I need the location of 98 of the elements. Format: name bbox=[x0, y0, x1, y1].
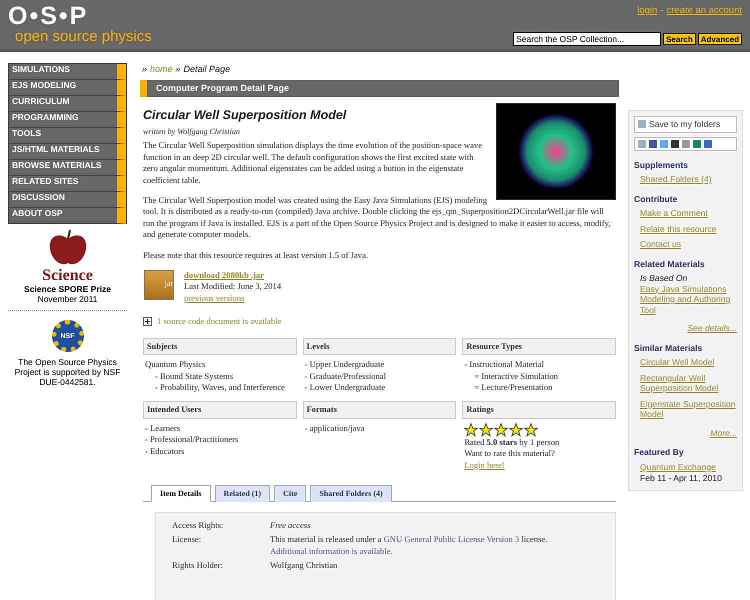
tab[interactable]: Shared Folders (4) bbox=[310, 484, 392, 502]
nav-item[interactable]: TOOLS bbox=[9, 128, 126, 144]
facet-item: - Learners bbox=[145, 422, 182, 434]
expand-icon[interactable] bbox=[143, 317, 152, 326]
source-code-link[interactable]: 1 source code document is available bbox=[157, 316, 282, 328]
facet-item: - Graduate/Professional bbox=[304, 370, 388, 382]
sidebar-heading: Related Materials bbox=[634, 258, 706, 269]
facet-item: - application/java bbox=[304, 422, 366, 434]
tab[interactable]: Item Details bbox=[151, 484, 211, 502]
previous-versions-link[interactable]: previous versions bbox=[184, 292, 282, 304]
nav-item[interactable]: RELATED SITES bbox=[9, 176, 126, 192]
download-link[interactable]: download 2080kb .jar bbox=[184, 270, 282, 282]
facet-subitem: = Lecture/Presentation bbox=[473, 382, 554, 394]
sidebar-link[interactable]: Rectangular Well Superposition Model bbox=[640, 372, 737, 394]
star-icon bbox=[479, 422, 494, 437]
sidebar-link[interactable]: Contact us bbox=[640, 239, 737, 250]
facet-heading: Ratings bbox=[462, 401, 616, 419]
featured-dates: Feb 11 - Apr 11, 2010 bbox=[640, 473, 723, 484]
sidebar-link[interactable]: Circular Well Model bbox=[640, 357, 737, 368]
description-paragraph: The Circular Well Superposition simulation displays the time evolution of the position-space wave function in an deep 2D circular well. The default configuration shows the first excited state with zero angular momentum. Additional eigenstates can be added using a button in the eigenstate coefficient table. bbox=[143, 140, 484, 186]
facet-heading: Intended Users bbox=[143, 401, 297, 419]
facet-item: - Professional/Practitioners bbox=[145, 434, 240, 446]
facet-item: - Lower Undergraduate bbox=[304, 382, 386, 394]
nav-item[interactable]: ABOUT OSP bbox=[9, 208, 126, 224]
login-here-link[interactable]: Login here! bbox=[464, 460, 614, 471]
create-account-link[interactable]: create an account bbox=[666, 5, 742, 16]
detail-label: Rights Holder: bbox=[172, 560, 224, 572]
facet-heading: Resource Types bbox=[462, 338, 616, 356]
tab[interactable]: Cite bbox=[274, 484, 306, 502]
license-link[interactable]: GNU General Public License Version 3 bbox=[384, 534, 520, 544]
sidebar-heading: Supplements bbox=[634, 160, 689, 170]
nav-item[interactable]: SIMULATIONS bbox=[9, 64, 126, 80]
resource-title: Circular Well Superposition Model bbox=[143, 108, 348, 122]
sidebar-link[interactable]: Eigenstate Superposition Model bbox=[640, 398, 737, 420]
star-icon bbox=[509, 422, 524, 437]
nav-item[interactable]: JS/HTML MATERIALS bbox=[9, 144, 126, 160]
more-link[interactable]: More... bbox=[634, 428, 737, 438]
jar-file-icon: jar bbox=[144, 270, 174, 300]
save-label: Save to my folders bbox=[649, 119, 720, 130]
description-paragraph: Please note that this resource requires at least version 1.5 of Java. bbox=[143, 250, 370, 262]
nav-item[interactable]: DISCUSSION bbox=[9, 192, 126, 208]
sidebar-link[interactable]: Shared Folders (4) bbox=[640, 174, 737, 184]
search-button[interactable]: Search bbox=[663, 33, 696, 45]
sidebar-heading: Contribute bbox=[634, 194, 678, 204]
detail-label: Access Rights: bbox=[172, 520, 224, 532]
sidebar-link[interactable]: Quantum Exchange bbox=[640, 462, 737, 472]
prize-date: November 2011 bbox=[38, 294, 98, 304]
breadcrumb-separator: » bbox=[142, 64, 148, 74]
detail-value: Free access bbox=[270, 520, 312, 532]
facet-heading: Subjects bbox=[143, 338, 297, 356]
star-icon bbox=[464, 422, 478, 437]
facet-item: - Upper Undergraduate bbox=[304, 359, 386, 370]
breadcrumb-separator: » bbox=[176, 64, 181, 74]
nav-item[interactable]: BROWSE MATERIALS bbox=[9, 160, 126, 176]
nav-item[interactable]: PROGRAMMING bbox=[9, 112, 126, 128]
apple-icon bbox=[48, 229, 88, 267]
detail-value: This material is released under a GNU General Public License Version 3 license. Additional information is available. bbox=[270, 534, 548, 558]
more-link[interactable]: See details... bbox=[634, 323, 737, 334]
sidebar-link[interactable]: Easy Java Simulations Modeling and Authoring Tool bbox=[640, 284, 737, 315]
detail-value: Wolfgang Christian bbox=[270, 560, 338, 572]
detail-label: License: bbox=[172, 534, 202, 546]
science-logo-text: Science bbox=[42, 268, 93, 284]
tab[interactable]: Related (1) bbox=[214, 484, 270, 502]
sidebar-link[interactable]: Relate this resource bbox=[640, 224, 737, 234]
author-line: written by Wolfgang Christian bbox=[143, 126, 241, 138]
facet-item: Quantum Physics bbox=[145, 359, 206, 370]
nsf-support-text: The Open Source Physics Project is supported by NSF DUE-0442581. bbox=[14, 357, 122, 387]
sidebar-heading: Featured By bbox=[634, 447, 685, 458]
logo-tagline: open source physics bbox=[15, 29, 152, 45]
sidebar-link[interactable]: Make a Comment bbox=[640, 208, 737, 218]
description-paragraph: The Circular Well Superpostion model was created using the Easy Java Simulations (EJS) modeling tool. It is distributed as a ready-to-run (compiled) Java archive. Double clicking the ejs_qm_Superposition2DCircularWell.jar file will run the program if Java is installed. EJS is a part of the Open Source Physics Project and is designed to make it easier to access, modify, and generate computer models. bbox=[143, 195, 612, 241]
facet-subitem: = Interactive Simulation bbox=[473, 370, 559, 382]
home-link[interactable]: home bbox=[150, 64, 173, 74]
section-title-bar: Computer Program Detail Page bbox=[140, 80, 619, 97]
advanced-button[interactable]: Advanced bbox=[698, 33, 742, 45]
relation-label: Is Based On bbox=[640, 273, 688, 284]
logo-text: O•S•P bbox=[8, 3, 90, 29]
facet-subitem: - Bound State Systems bbox=[154, 370, 234, 382]
last-modified: Last Modified: June 3, 2014 bbox=[184, 281, 282, 293]
search-field[interactable]: Search the OSP Collection... bbox=[513, 32, 662, 46]
license-link[interactable]: Additional information is available. bbox=[270, 546, 393, 556]
star-icon bbox=[524, 422, 538, 437]
facet-heading: Formats bbox=[302, 401, 456, 419]
nav-item[interactable]: EJS MODELING bbox=[9, 80, 126, 96]
prize-title: Science SPORE Prize bbox=[24, 284, 111, 294]
facet-item: - Educators bbox=[145, 446, 186, 457]
facet-item: - Instructional Material bbox=[464, 359, 546, 370]
save-to-folders-button[interactable]: Save to my folders bbox=[634, 116, 737, 132]
breadcrumb-current: Detail Page bbox=[184, 64, 230, 74]
sidebar-heading: Similar Materials bbox=[634, 342, 704, 353]
nav-item[interactable]: CURRICULUM bbox=[9, 96, 126, 112]
facet-heading: Levels bbox=[302, 338, 456, 356]
rating-summary: Rated 5.0 stars by 1 person bbox=[464, 436, 560, 448]
star-icon bbox=[494, 422, 508, 437]
rate-prompt: Want to rate this material? bbox=[464, 448, 556, 460]
login-link[interactable]: login bbox=[637, 5, 658, 16]
separator: - bbox=[660, 5, 664, 16]
facet-subitem: - Probability, Waves, and Interference bbox=[154, 382, 286, 394]
